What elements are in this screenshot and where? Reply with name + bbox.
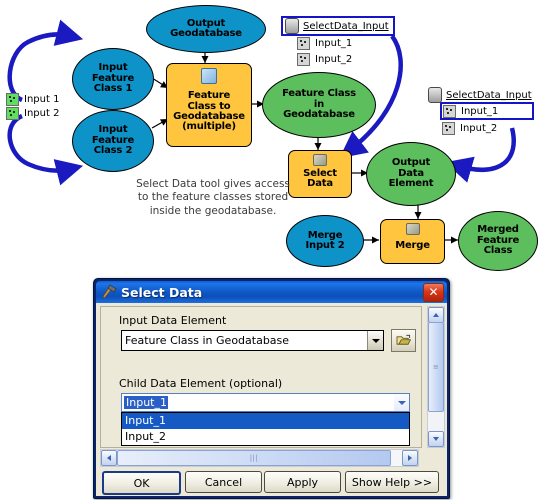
tree-root-selected[interactable]: SelectData_Input (281, 16, 395, 36)
geodatabase-icon (285, 18, 299, 34)
feature-class-icon (443, 104, 456, 118)
legend-item: Input 2 (6, 106, 59, 120)
tree-root-label: SelectData_Input (303, 20, 389, 32)
horizontal-scroll-thumb[interactable]: ||| (117, 450, 391, 466)
dropdown-option[interactable]: Input_1 (122, 413, 409, 429)
select-data-dialog: Select Data ✕ Input Data Element Feature… (93, 278, 450, 499)
legend-label: Input 1 (24, 93, 60, 105)
node-output-geodatabase: Output Geodatabase (146, 5, 266, 53)
tree-selectdata-input-right: SelectData_Input Input_1 Input_2 (428, 87, 534, 135)
hammer-icon (102, 284, 117, 299)
node-label: Input Feature Class 2 (91, 124, 135, 157)
tool-feature-class-to-geodatabase: Feature Class to Geodatabase (multiple) (166, 63, 252, 147)
feature-class-icon (6, 106, 19, 120)
node-merge-input-2: Merge Input 2 (286, 215, 364, 267)
node-label: Feature Class to Geodatabase (multiple) (173, 90, 245, 133)
dialog-title: Select Data (121, 284, 203, 300)
node-input-feature-class-2: Input Feature Class 2 (72, 110, 154, 172)
apply-button[interactable]: Apply (264, 471, 341, 493)
tree-child-label: Input_1 (461, 105, 499, 117)
node-label: Output Geodatabase (170, 17, 242, 39)
feature-class-icon (297, 52, 310, 66)
tree-child[interactable]: Input_2 (297, 52, 393, 66)
tool-icon (201, 68, 217, 84)
tool-merge: Merge (380, 219, 445, 264)
node-label: Merge (395, 239, 430, 251)
tree-child-label: Input_1 (315, 37, 353, 49)
workflow-diagram: Input 1 Input 2 Input Feature Class 1 In… (0, 0, 541, 285)
tree-child-selected[interactable]: Input_1 (440, 102, 534, 120)
grip-icon: ||| (249, 453, 259, 462)
dialog-client-area: Input Data Element Feature Class in Geod… (96, 303, 447, 496)
horizontal-scrollbar[interactable]: ||| (100, 449, 419, 467)
tree-root[interactable]: SelectData_Input (428, 87, 532, 103)
dialog-title-bar[interactable]: Select Data ✕ (96, 281, 447, 303)
node-label: Input Feature Class 1 (91, 62, 135, 95)
legend-label: Input 2 (24, 107, 60, 119)
open-folder-icon (396, 334, 411, 345)
node-feature-class-in-geodatabase: Feature Class in Geodatabase (262, 72, 376, 138)
scroll-up-icon[interactable] (428, 307, 444, 323)
chevron-down-icon[interactable] (394, 394, 409, 411)
node-label: Merged Feature Class (476, 224, 520, 257)
ok-button[interactable]: OK (102, 471, 181, 495)
tree-selectdata-input-top: SelectData_Input Input_1 Input_2 (281, 16, 395, 66)
scroll-left-icon[interactable] (101, 450, 117, 466)
tool-icon (405, 223, 420, 235)
input-data-element-combo[interactable]: Feature Class in Geodatabase (121, 330, 384, 351)
legend-item: Input 1 (6, 92, 59, 106)
tree-child[interactable]: Input_1 (297, 36, 393, 50)
geodatabase-icon (428, 87, 442, 103)
child-data-element-label: Child Data Element (optional) (119, 377, 283, 390)
tree-child-label: Input_2 (460, 122, 498, 134)
tree-root-label: SelectData_Input (446, 89, 532, 101)
node-merged-feature-class: Merged Feature Class (458, 211, 538, 271)
tool-icon (313, 154, 327, 166)
browse-button[interactable] (391, 329, 416, 352)
close-icon[interactable]: ✕ (423, 282, 444, 302)
diagram-legend: Input 1 Input 2 (6, 92, 59, 120)
vertical-scrollbar[interactable]: ≡ (427, 306, 445, 448)
grip-icon: ≡ (432, 362, 440, 371)
vertical-scroll-thumb[interactable]: ≡ (428, 322, 444, 412)
feature-class-icon (442, 121, 455, 135)
child-data-element-value: Input_1 (124, 396, 168, 409)
chevron-down-icon[interactable] (367, 331, 383, 350)
cancel-button[interactable]: Cancel (185, 471, 262, 493)
node-output-data-element: Output Data Element (366, 142, 456, 206)
feature-class-icon (297, 36, 310, 50)
node-label: Output Data Element (388, 157, 434, 190)
show-help-button[interactable]: Show Help >> (345, 471, 439, 493)
parameter-panel: Input Data Element Feature Class in Geod… (100, 306, 422, 448)
scroll-down-icon[interactable] (428, 431, 444, 447)
input-data-element-value: Feature Class in Geodatabase (125, 334, 290, 347)
node-input-feature-class-1: Input Feature Class 1 (72, 48, 154, 110)
scroll-right-icon[interactable] (402, 450, 418, 466)
dropdown-option[interactable]: Input_2 (122, 429, 409, 445)
tree-child-label: Input_2 (315, 53, 353, 65)
tree-child[interactable]: Input_2 (442, 121, 532, 135)
child-data-element-dropdown-list[interactable]: Input_1 Input_2 (121, 412, 410, 446)
feature-class-icon (6, 92, 19, 106)
child-data-element-combo[interactable]: Input_1 (121, 393, 410, 412)
input-data-element-label: Input Data Element (119, 314, 227, 327)
node-label: Merge Input 2 (305, 229, 345, 251)
diagram-caption: Select Data tool gives access to the fea… (136, 178, 290, 217)
node-label: Feature Class in Geodatabase (282, 88, 356, 121)
